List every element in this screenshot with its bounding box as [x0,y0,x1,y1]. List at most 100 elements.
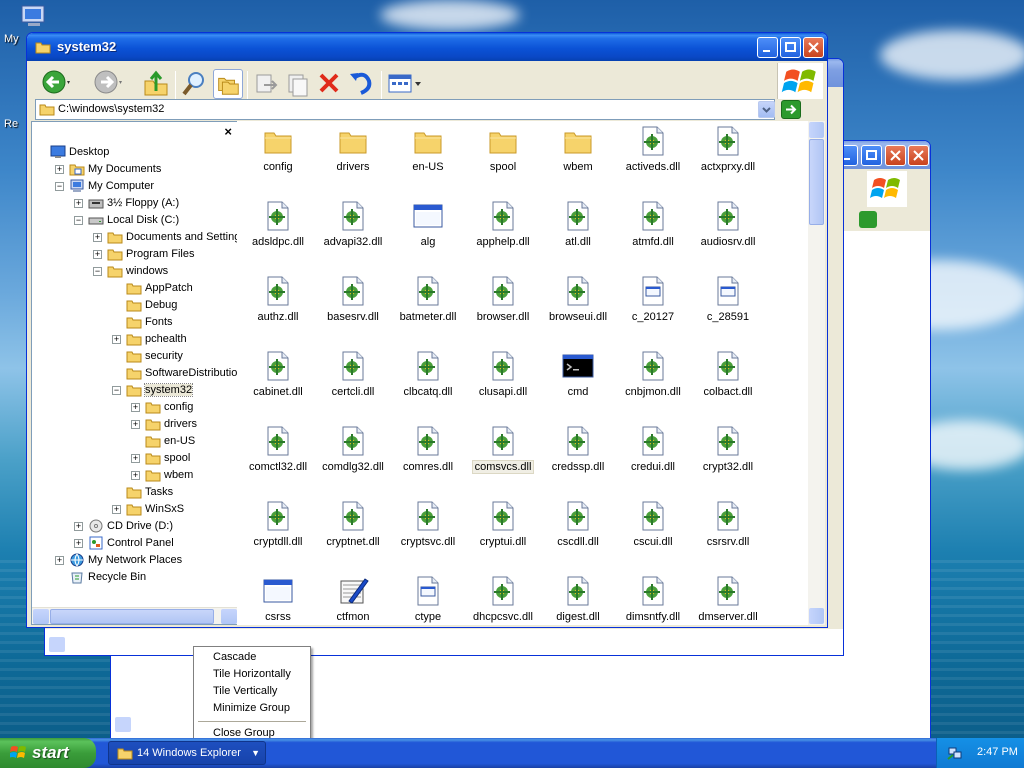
file-item[interactable]: cryptui.dll [466,500,540,548]
file-item[interactable]: ctfmon [316,575,390,623]
file-item[interactable]: en-US [391,125,465,173]
expand-toggle[interactable]: + [131,471,140,480]
expand-toggle[interactable]: + [131,420,140,429]
delete-button[interactable] [315,69,345,99]
file-item[interactable]: c_28591 [691,275,765,323]
file-item[interactable]: audiosrv.dll [691,200,765,248]
expand-toggle[interactable]: + [93,250,102,259]
move-to-button[interactable] [251,69,281,99]
file-item[interactable]: alg [391,200,465,248]
address-dropdown-button[interactable] [758,101,775,118]
file-item[interactable]: wbem [541,125,615,173]
expand-toggle[interactable]: + [74,539,83,548]
file-item[interactable]: crypt32.dll [691,425,765,473]
file-item[interactable]: apphelp.dll [466,200,540,248]
folders-pane-close-button[interactable]: × [224,124,232,139]
file-item[interactable]: credui.dll [616,425,690,473]
file-item[interactable]: adsldpc.dll [241,200,315,248]
file-item[interactable]: comsvcs.dll [466,425,540,474]
file-item[interactable]: browser.dll [466,275,540,323]
expand-toggle[interactable]: + [74,199,83,208]
scroll-left-arrow[interactable] [49,637,65,652]
expand-toggle[interactable]: + [74,522,83,531]
maximize-button[interactable] [861,145,882,166]
scroll-thumb[interactable] [809,139,824,225]
window-titlebar[interactable]: system32 [27,33,827,61]
file-item[interactable]: credssp.dll [541,425,615,473]
address-go-button[interactable] [781,100,801,119]
minimize-button[interactable] [757,37,778,58]
file-item[interactable]: comres.dll [391,425,465,473]
close-button[interactable] [908,145,929,166]
forward-button[interactable] [93,69,123,99]
menu-item-minimize-group[interactable]: Minimize Group [195,700,309,717]
folders-button[interactable] [213,69,243,99]
file-item[interactable]: ctype [391,575,465,623]
expand-toggle[interactable]: + [112,335,121,344]
clock[interactable]: 2:47 PM [977,746,1018,758]
copy-to-button[interactable] [283,69,313,99]
file-item[interactable]: digest.dll [541,575,615,623]
back-button[interactable] [41,69,71,99]
network-icon[interactable] [947,745,963,761]
file-item[interactable]: cryptnet.dll [316,500,390,548]
menu-item-tile-vertically[interactable]: Tile Vertically [195,683,309,700]
file-item[interactable]: batmeter.dll [391,275,465,323]
file-item[interactable]: activeds.dll [616,125,690,173]
file-item[interactable]: cmd [541,350,615,398]
file-item[interactable]: cnbjmon.dll [616,350,690,398]
explorer-window-system32[interactable]: system32 C:\windows\system32 × Desktop +… [26,32,828,628]
file-item[interactable]: drivers [316,125,390,173]
file-item[interactable]: dhcpcsvc.dll [466,575,540,623]
collapse-toggle[interactable]: − [55,182,64,191]
scroll-right-arrow[interactable] [221,609,237,624]
file-list-vertical-scrollbar[interactable] [808,121,825,625]
scroll-left-arrow[interactable] [33,609,49,624]
scroll-up-arrow[interactable] [809,122,824,138]
collapse-toggle[interactable]: − [93,267,102,276]
file-item[interactable]: comdlg32.dll [316,425,390,473]
file-item[interactable]: advapi32.dll [316,200,390,248]
scroll-down-arrow[interactable] [809,608,824,624]
address-go-button[interactable] [859,211,877,228]
file-item[interactable]: clbcatq.dll [391,350,465,398]
menu-item-tile-horizontally[interactable]: Tile Horizontally [195,666,309,683]
search-button[interactable] [179,69,209,99]
file-item[interactable]: atl.dll [541,200,615,248]
views-button[interactable] [387,69,425,99]
file-item[interactable]: c_20127 [616,275,690,323]
file-item[interactable]: spool [466,125,540,173]
file-item[interactable]: cscdll.dll [541,500,615,548]
address-input[interactable]: C:\windows\system32 [35,99,775,120]
file-item[interactable]: certcli.dll [316,350,390,398]
file-item[interactable]: actxprxy.dll [691,125,765,173]
menu-item-cascade[interactable]: Cascade [195,649,309,666]
file-item[interactable]: browseui.dll [541,275,615,323]
folders-pane-horizontal-scrollbar[interactable] [32,607,238,624]
file-item[interactable]: cabinet.dll [241,350,315,398]
file-item[interactable]: config [241,125,315,173]
up-folder-button[interactable] [141,69,171,99]
close-button[interactable] [803,37,824,58]
scroll-thumb[interactable] [50,609,214,624]
file-item[interactable]: colbact.dll [691,350,765,398]
expand-toggle[interactable]: + [131,454,140,463]
undo-button[interactable] [347,69,377,99]
close-button[interactable] [885,145,906,166]
file-item[interactable]: cscui.dll [616,500,690,548]
file-item[interactable]: cryptsvc.dll [391,500,465,548]
collapse-toggle[interactable]: − [74,216,83,225]
file-item[interactable]: clusapi.dll [466,350,540,398]
file-item[interactable]: dmserver.dll [691,575,765,623]
expand-toggle[interactable]: + [55,556,64,565]
file-item[interactable]: authz.dll [241,275,315,323]
maximize-button[interactable] [780,37,801,58]
file-item[interactable]: csrss [241,575,315,623]
expand-toggle[interactable]: + [93,233,102,242]
expand-toggle[interactable]: + [55,165,64,174]
file-item[interactable]: dimsntfy.dll [616,575,690,623]
file-item[interactable]: cryptdll.dll [241,500,315,548]
file-item[interactable]: atmfd.dll [616,200,690,248]
file-item[interactable]: csrsrv.dll [691,500,765,548]
file-item[interactable]: basesrv.dll [316,275,390,323]
